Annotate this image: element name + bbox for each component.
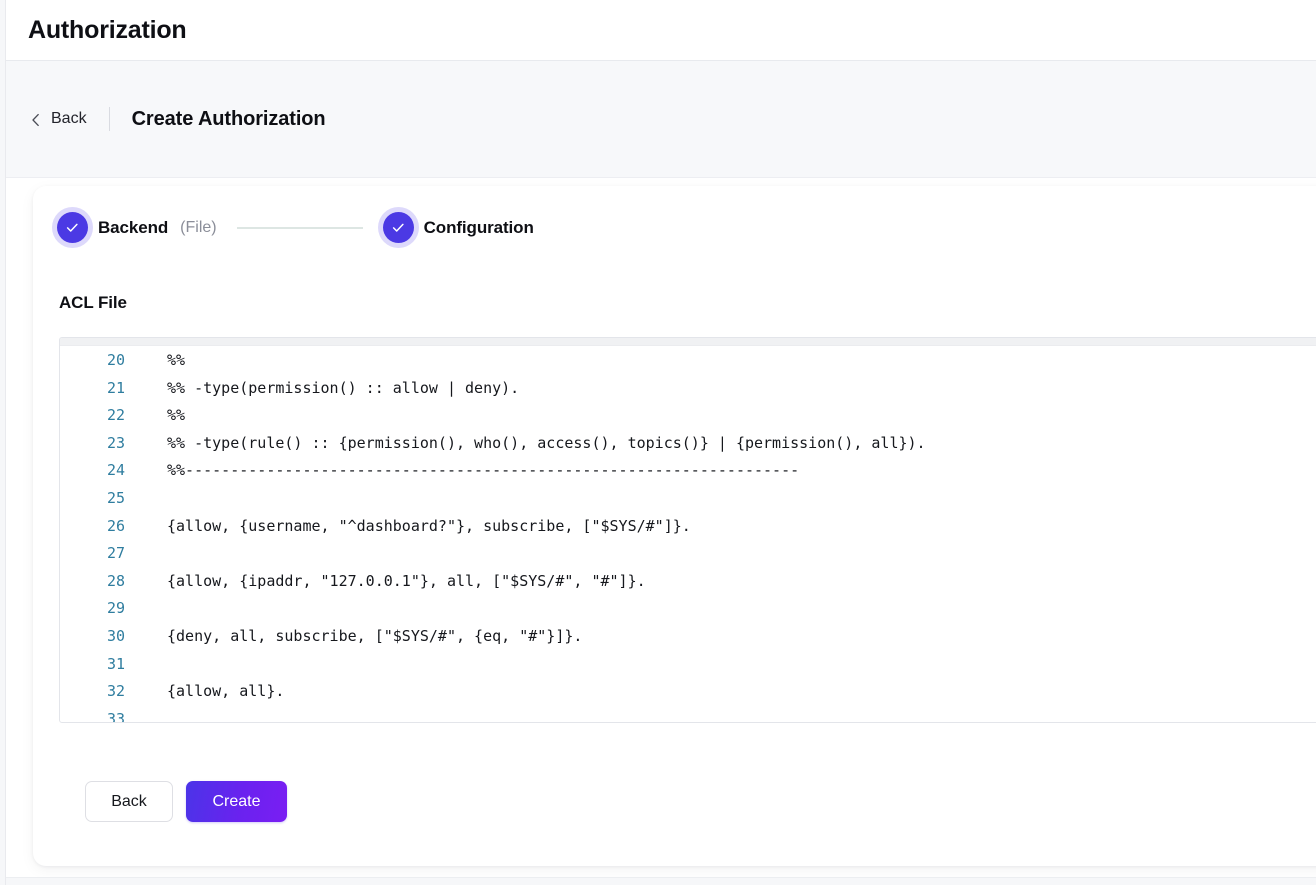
step-configuration[interactable]: Configuration <box>383 212 534 243</box>
editor-line-number: 33 <box>60 706 125 723</box>
editor-line-number: 28 <box>60 568 125 596</box>
editor-code-line: %%--------------------------------------… <box>167 457 1316 485</box>
step-configuration-label: Configuration <box>424 218 534 238</box>
create-authorization-card: Backend (File) Configuration ACL File 20… <box>33 186 1316 866</box>
editor-code-line: {allow, all}. <box>167 678 1316 706</box>
create-button[interactable]: Create <box>186 781 287 822</box>
step-backend[interactable]: Backend (File) <box>57 212 217 243</box>
editor-code-line <box>167 706 1316 723</box>
acl-file-label: ACL File <box>59 293 1316 313</box>
chevron-left-icon <box>30 113 42 125</box>
editor-line-number: 26 <box>60 513 125 541</box>
check-circle-icon <box>57 212 88 243</box>
editor-code-line: {deny, all, subscribe, ["$SYS/#", {eq, "… <box>167 623 1316 651</box>
editor-line-number: 20 <box>60 347 125 375</box>
editor-code-lines[interactable]: %%%% -type(permission() :: allow | deny)… <box>130 347 1316 723</box>
app-header: Authorization <box>6 0 1316 61</box>
editor-code-line: %% <box>167 347 1316 375</box>
editor-line-number: 32 <box>60 678 125 706</box>
card-footer: Back Create <box>85 781 1316 860</box>
editor-horizontal-scrollbar[interactable] <box>60 338 1316 346</box>
editor-line-number-gutter: 2021222324252627282930313233 <box>60 347 130 723</box>
check-circle-icon <box>383 212 414 243</box>
stepper: Backend (File) Configuration <box>33 186 1316 243</box>
editor-code-line: %% <box>167 402 1316 430</box>
editor-code-line <box>167 651 1316 679</box>
stepper-connector <box>237 227 363 229</box>
editor-line-number: 21 <box>60 375 125 403</box>
step-backend-label: Backend <box>98 218 168 238</box>
editor-line-number: 30 <box>60 623 125 651</box>
step-backend-sublabel: (File) <box>180 219 216 237</box>
editor-code-line: %% -type(permission() :: allow | deny). <box>167 375 1316 403</box>
editor-line-number: 27 <box>60 540 125 568</box>
editor-code-line: {allow, {username, "^dashboard?"}, subsc… <box>167 513 1316 541</box>
editor-line-number: 22 <box>60 402 125 430</box>
editor-code-area[interactable]: 2021222324252627282930313233 %%%% -type(… <box>60 346 1316 723</box>
breadcrumb: Back Create Authorization <box>6 61 1316 178</box>
editor-line-number: 24 <box>60 457 125 485</box>
editor-code-line: {allow, {ipaddr, "127.0.0.1"}, all, ["$S… <box>167 568 1316 596</box>
page-title: Authorization <box>28 16 186 45</box>
back-button[interactable]: Back <box>85 781 173 822</box>
back-link[interactable]: Back <box>30 110 87 128</box>
breadcrumb-title: Create Authorization <box>132 108 326 131</box>
page-frame: Authorization Back Create Authorization <box>5 0 1316 885</box>
back-link-label: Back <box>51 110 87 128</box>
editor-code-line <box>167 485 1316 513</box>
editor-code-line <box>167 595 1316 623</box>
editor-line-number: 25 <box>60 485 125 513</box>
breadcrumb-divider <box>109 107 110 131</box>
editor-line-number: 23 <box>60 430 125 458</box>
editor-line-number: 29 <box>60 595 125 623</box>
page-bottom-strip <box>6 877 1316 885</box>
editor-code-line: %% -type(rule() :: {permission(), who(),… <box>167 430 1316 458</box>
editor-line-number: 31 <box>60 651 125 679</box>
acl-file-editor[interactable]: 2021222324252627282930313233 %%%% -type(… <box>59 337 1316 723</box>
editor-code-line <box>167 540 1316 568</box>
